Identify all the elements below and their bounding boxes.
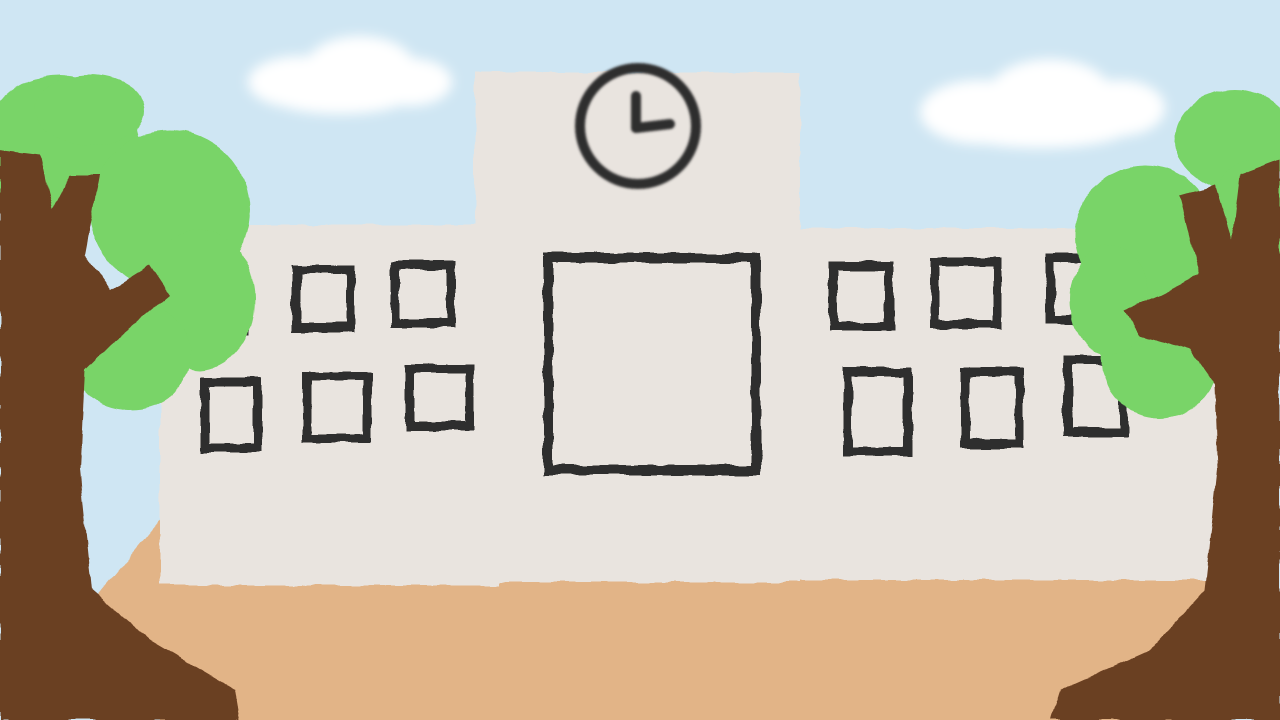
scene-canvas — [0, 0, 1280, 720]
school-illustration — [0, 0, 1280, 720]
